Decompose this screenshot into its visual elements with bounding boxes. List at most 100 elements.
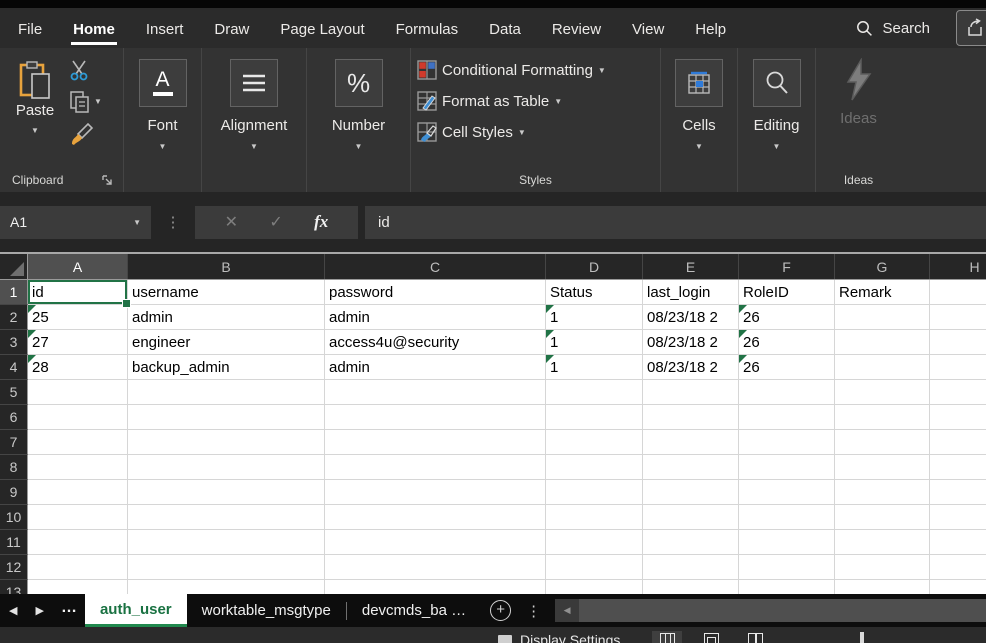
row-header-9[interactable]: 9 <box>0 480 28 505</box>
cell-B9[interactable] <box>128 480 325 505</box>
number-group[interactable]: % Number ▼ <box>306 48 410 192</box>
name-box-caret[interactable]: ▼ <box>133 218 141 227</box>
search-button[interactable]: Search <box>856 20 930 37</box>
menu-item-draw[interactable]: Draw <box>212 12 251 45</box>
column-header-E[interactable]: E <box>643 254 739 279</box>
cell-D13[interactable] <box>546 580 643 594</box>
cell-B8[interactable] <box>128 455 325 480</box>
cells-group[interactable]: Cells ▼ <box>660 48 737 192</box>
share-button[interactable] <box>956 10 986 46</box>
cell-B11[interactable] <box>128 530 325 555</box>
menu-item-page-layout[interactable]: Page Layout <box>278 12 366 45</box>
cell-H11[interactable] <box>930 530 986 555</box>
cell-E1[interactable]: last_login <box>643 280 739 305</box>
cell-D6[interactable] <box>546 405 643 430</box>
cell-E2[interactable]: 08/23/18 2 <box>643 305 739 330</box>
cell-G4[interactable] <box>835 355 930 380</box>
cell-E6[interactable] <box>643 405 739 430</box>
cell-A8[interactable] <box>28 455 128 480</box>
cell-G13[interactable] <box>835 580 930 594</box>
normal-view-button[interactable] <box>652 631 682 643</box>
cell-E11[interactable] <box>643 530 739 555</box>
cell-C7[interactable] <box>325 430 546 455</box>
cell-A12[interactable] <box>28 555 128 580</box>
cell-A7[interactable] <box>28 430 128 455</box>
cell-G12[interactable] <box>835 555 930 580</box>
cell-H12[interactable] <box>930 555 986 580</box>
select-all-corner[interactable] <box>0 254 28 279</box>
cut-button[interactable] <box>68 58 102 82</box>
cell-F5[interactable] <box>739 380 835 405</box>
row-header-13[interactable]: 13 <box>0 580 28 594</box>
cell-E8[interactable] <box>643 455 739 480</box>
cell-G10[interactable] <box>835 505 930 530</box>
cell-F12[interactable] <box>739 555 835 580</box>
cell-B6[interactable] <box>128 405 325 430</box>
cell-C1[interactable]: password <box>325 280 546 305</box>
cell-C11[interactable] <box>325 530 546 555</box>
row-header-3[interactable]: 3 <box>0 330 28 355</box>
cell-H7[interactable] <box>930 430 986 455</box>
cell-F8[interactable] <box>739 455 835 480</box>
row-header-6[interactable]: 6 <box>0 405 28 430</box>
alignment-group[interactable]: Alignment ▼ <box>201 48 306 192</box>
copy-button[interactable]: ▼ <box>68 90 102 114</box>
format-painter-button[interactable] <box>68 122 102 146</box>
ideas-button[interactable]: Ideas <box>816 58 901 127</box>
cell-C4[interactable]: admin <box>325 355 546 380</box>
cell-H5[interactable] <box>930 380 986 405</box>
cell-C12[interactable] <box>325 555 546 580</box>
cell-C3[interactable]: access4u@security <box>325 330 546 355</box>
menu-item-review[interactable]: Review <box>550 12 603 45</box>
cell-H13[interactable] <box>930 580 986 594</box>
cell-B7[interactable] <box>128 430 325 455</box>
cell-D12[interactable] <box>546 555 643 580</box>
cell-A5[interactable] <box>28 380 128 405</box>
cell-B12[interactable] <box>128 555 325 580</box>
cell-F11[interactable] <box>739 530 835 555</box>
paste-button[interactable]: Paste ▼ <box>10 60 60 135</box>
copy-dropdown-caret[interactable]: ▼ <box>94 98 102 106</box>
column-header-H[interactable]: H <box>930 254 986 279</box>
cell-D9[interactable] <box>546 480 643 505</box>
formula-input[interactable]: id <box>365 206 986 239</box>
row-header-2[interactable]: 2 <box>0 305 28 330</box>
sheet-tab-devcmds_ba[interactable]: devcmds_ba … <box>347 594 481 627</box>
cell-G3[interactable] <box>835 330 930 355</box>
enter-icon[interactable]: ✓ <box>269 212 282 232</box>
cell-C10[interactable] <box>325 505 546 530</box>
cell-F1[interactable]: RoleID <box>739 280 835 305</box>
cell-D1[interactable]: Status <box>546 280 643 305</box>
cell-C9[interactable] <box>325 480 546 505</box>
cell-A2[interactable]: 25 <box>28 305 128 330</box>
cell-D5[interactable] <box>546 380 643 405</box>
column-header-G[interactable]: G <box>835 254 930 279</box>
cell-D10[interactable] <box>546 505 643 530</box>
sheet-tab-auth_user[interactable]: auth_user <box>85 594 187 627</box>
cell-E5[interactable] <box>643 380 739 405</box>
sheet-nav-prev-button[interactable]: ◀ <box>0 594 26 627</box>
cell-E3[interactable]: 08/23/18 2 <box>643 330 739 355</box>
cell-H4[interactable] <box>930 355 986 380</box>
conditional-formatting-button[interactable]: Conditional Formatting ▼ <box>417 57 660 83</box>
cell-B2[interactable]: admin <box>128 305 325 330</box>
cell-E4[interactable]: 08/23/18 2 <box>643 355 739 380</box>
cell-C8[interactable] <box>325 455 546 480</box>
cell-G2[interactable] <box>835 305 930 330</box>
cell-A10[interactable] <box>28 505 128 530</box>
sheet-tab-worktable_msgtype[interactable]: worktable_msgtype <box>187 594 346 627</box>
cell-G8[interactable] <box>835 455 930 480</box>
sheet-nav-next-button[interactable]: ▶ <box>26 594 52 627</box>
cell-C2[interactable]: admin <box>325 305 546 330</box>
scroll-left-button[interactable]: ◀ <box>555 599 579 622</box>
cell-B5[interactable] <box>128 380 325 405</box>
cell-D2[interactable]: 1 <box>546 305 643 330</box>
cell-A6[interactable] <box>28 405 128 430</box>
paste-dropdown-caret[interactable]: ▼ <box>10 127 60 135</box>
cell-H3[interactable] <box>930 330 986 355</box>
cell-E9[interactable] <box>643 480 739 505</box>
cell-F6[interactable] <box>739 405 835 430</box>
menu-item-help[interactable]: Help <box>693 12 728 45</box>
cell-F13[interactable] <box>739 580 835 594</box>
cell-F4[interactable]: 26 <box>739 355 835 380</box>
